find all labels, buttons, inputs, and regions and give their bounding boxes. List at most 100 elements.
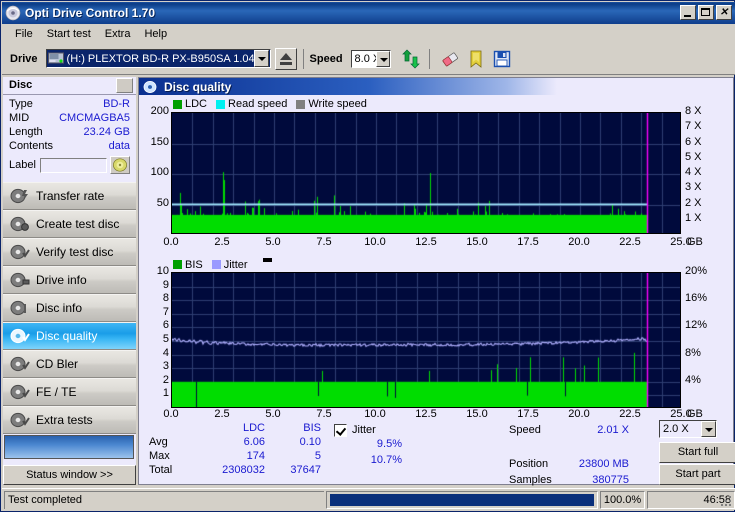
sidebar-item-disc-quality[interactable]: Disc quality bbox=[3, 322, 136, 350]
bookmark-icon bbox=[470, 50, 481, 68]
bis-plot-area bbox=[171, 272, 681, 408]
sidebar-item-drive-info[interactable]: Drive info bbox=[3, 266, 136, 294]
bis-x-tick: 15.0 bbox=[466, 408, 488, 420]
save-button[interactable] bbox=[489, 46, 514, 71]
ldc-y-tick: 150 bbox=[150, 136, 169, 148]
jitter-y-tick: 8% bbox=[685, 347, 701, 359]
disc-length-label: Length bbox=[9, 126, 43, 138]
stats-avg-ldc: 6.06 bbox=[243, 436, 265, 448]
maximize-button[interactable] bbox=[698, 5, 714, 20]
test-speed-select[interactable]: 2.0 X bbox=[659, 420, 717, 438]
eject-button[interactable] bbox=[274, 47, 297, 70]
sidebar-nav: Transfer rate Create test disc Verify te… bbox=[3, 182, 136, 434]
disc-label-label: Label bbox=[9, 159, 36, 171]
readout-speed-label: Speed bbox=[509, 424, 541, 436]
sidebar-item-transfer-rate[interactable]: Transfer rate bbox=[3, 182, 136, 210]
menu-start-test[interactable]: Start test bbox=[40, 26, 98, 42]
sidebar-item-extra-tests[interactable]: Extra tests bbox=[3, 406, 136, 434]
stats-total-bis: 37647 bbox=[290, 464, 321, 476]
sidebar-item-fe-te[interactable]: FE / TE bbox=[3, 378, 136, 406]
status-message: Test completed bbox=[4, 490, 324, 509]
bookmark-button[interactable] bbox=[463, 46, 488, 71]
save-icon bbox=[493, 50, 510, 67]
jitter-stats: Jitter 9.5% 10.7% bbox=[334, 422, 402, 470]
disc-section-title: Disc bbox=[9, 79, 33, 91]
readout-row-samples: Samples 380775 bbox=[509, 472, 629, 488]
sidebar-item-label: Verify test disc bbox=[36, 245, 114, 259]
menu-extra[interactable]: Extra bbox=[98, 26, 138, 42]
disc-label-input[interactable] bbox=[39, 157, 107, 173]
chevron-down-icon[interactable] bbox=[701, 421, 716, 437]
progress-percent: 100.0% bbox=[599, 490, 646, 509]
ldc-x-tick: 10.0 bbox=[364, 236, 386, 248]
start-full-button[interactable]: Start full bbox=[659, 442, 735, 463]
jitter-label: Jitter bbox=[352, 424, 376, 436]
jitter-y-tick: 20% bbox=[685, 265, 708, 277]
ldc-x-tick: 22.5 bbox=[619, 236, 641, 248]
chevron-down-icon[interactable] bbox=[375, 50, 390, 67]
ldc-x-tick: 17.5 bbox=[517, 236, 539, 248]
disc-section-toggle[interactable] bbox=[116, 78, 133, 93]
sidebar-item-label: Disc info bbox=[36, 301, 83, 315]
disc-type-label: Type bbox=[9, 98, 33, 110]
sidebar: Disc Type BD-R MID CMCMAGBA5 Length 23.2… bbox=[3, 77, 136, 485]
drive-label: Drive bbox=[10, 52, 38, 65]
bis-x-unit: GB bbox=[687, 408, 703, 420]
stats-row-avg-label: Avg bbox=[149, 436, 168, 448]
ldc-x-unit: GB bbox=[687, 236, 703, 248]
disc-drive-icon bbox=[10, 271, 30, 289]
sidebar-item-label: Create test disc bbox=[36, 217, 120, 231]
disc-bler-icon bbox=[10, 355, 30, 373]
sidebar-item-verify-test-disc[interactable]: Verify test disc bbox=[3, 238, 136, 266]
disc-mid-label: MID bbox=[9, 112, 30, 124]
app-window: Opti Drive Control 1.70 ✕ File Start tes… bbox=[0, 0, 735, 512]
readout-samples-label: Samples bbox=[509, 474, 552, 486]
bis-x-tick: 0.0 bbox=[163, 408, 179, 420]
refresh-button[interactable] bbox=[398, 46, 423, 71]
erase-button[interactable] bbox=[437, 46, 462, 71]
bis-y-tick: 6 bbox=[162, 319, 169, 331]
disc-icon bbox=[5, 5, 21, 21]
menu-file[interactable]: File bbox=[8, 26, 40, 42]
sidebar-item-label: FE / TE bbox=[36, 385, 77, 399]
bis-y-tick: 7 bbox=[162, 306, 169, 318]
chevron-down-icon[interactable] bbox=[253, 50, 269, 67]
menu-help[interactable]: Help bbox=[137, 26, 174, 42]
minimize-button[interactable] bbox=[680, 5, 696, 20]
window-title: Opti Drive Control 1.70 bbox=[25, 6, 156, 20]
cd-refresh-button[interactable] bbox=[109, 156, 130, 174]
disc-quality-icon bbox=[10, 327, 30, 345]
start-part-button[interactable]: Start part bbox=[659, 464, 735, 485]
sidebar-item-label: Disc quality bbox=[36, 329, 98, 343]
bis-x-tick: 22.5 bbox=[619, 408, 641, 420]
ldc-y-tick: 200 bbox=[150, 105, 169, 117]
readout-position-value: 23800 MB bbox=[578, 458, 629, 470]
sidebar-item-label: Drive info bbox=[36, 273, 87, 287]
status-window-button[interactable]: Status window >> bbox=[3, 465, 136, 485]
ldc-x-tick: 5.0 bbox=[265, 236, 281, 248]
drive-select[interactable]: (H:) PLEXTOR BD-R PX-B950SA 1.04 bbox=[45, 49, 271, 68]
readout-row-position: Position 23800 MB bbox=[509, 456, 629, 472]
bis-x-tick: 7.5 bbox=[316, 408, 332, 420]
sidebar-item-cd-bler[interactable]: CD Bler bbox=[3, 350, 136, 378]
speed-select[interactable]: 8.0 X bbox=[350, 49, 391, 68]
stats-total-ldc: 2308032 bbox=[222, 464, 265, 476]
progress-fill bbox=[329, 493, 594, 506]
jitter-checkbox[interactable] bbox=[334, 423, 347, 437]
sidebar-item-create-test-disc[interactable]: Create test disc bbox=[3, 210, 136, 238]
resize-grip-icon[interactable] bbox=[719, 494, 733, 508]
speed-y-tick: 1 X bbox=[685, 212, 702, 224]
disc-contents-label: Contents bbox=[9, 140, 54, 152]
menu-bar: File Start test Extra Help bbox=[2, 24, 735, 43]
drive-icon bbox=[47, 52, 64, 65]
sidebar-item-disc-info[interactable]: Disc info bbox=[3, 294, 136, 322]
close-button[interactable]: ✕ bbox=[716, 5, 732, 20]
disc-type-value: BD-R bbox=[103, 98, 130, 110]
status-bar: Test completed 100.0% 46:58 bbox=[2, 488, 735, 510]
bis-x-tick: 17.5 bbox=[517, 408, 539, 420]
disc-length-value: 23.24 GB bbox=[83, 126, 130, 138]
stats-max-ldc: 174 bbox=[246, 450, 265, 462]
eraser-icon bbox=[442, 52, 458, 66]
speed-y-tick: 8 X bbox=[685, 105, 702, 117]
disc-extra-icon bbox=[10, 411, 30, 429]
